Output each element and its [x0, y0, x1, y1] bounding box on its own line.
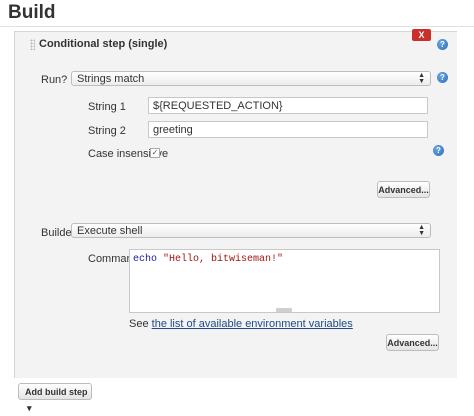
- page-heading: Build: [8, 2, 56, 23]
- delete-step-button[interactable]: X: [412, 29, 431, 41]
- env-vars-link[interactable]: the list of available environment variab…: [152, 318, 353, 330]
- add-build-step-label: Add build step: [25, 387, 88, 397]
- updown-arrows-icon: ▲ ▼: [418, 224, 425, 237]
- resize-handle[interactable]: [276, 308, 292, 312]
- dropdown-arrow-icon: ▾: [27, 403, 32, 413]
- see-prefix: See: [129, 318, 149, 330]
- help-icon[interactable]: ?: [433, 145, 444, 156]
- help-icon[interactable]: ?: [437, 72, 448, 83]
- command-textarea[interactable]: echo "Hello, bitwiseman!": [129, 249, 440, 313]
- run-advanced-button[interactable]: Advanced...: [377, 181, 430, 198]
- string2-field[interactable]: greeting: [148, 121, 428, 138]
- case-insensitive-checkbox[interactable]: ✓: [150, 148, 160, 158]
- env-vars-note: See the list of available environment va…: [129, 318, 353, 330]
- builder-advanced-button[interactable]: Advanced...: [386, 334, 439, 351]
- string1-field[interactable]: ${REQUESTED_ACTION}: [148, 97, 428, 114]
- builder-select[interactable]: Execute shell ▲ ▼: [71, 223, 431, 238]
- run-condition-value: Strings match: [77, 73, 145, 85]
- builder-value: Execute shell: [77, 225, 143, 237]
- add-build-step-button[interactable]: Add build step ▾: [18, 383, 92, 413]
- command-string: "Hello, bitwiseman!": [163, 254, 284, 265]
- run-condition-select[interactable]: Strings match ▲ ▼: [71, 71, 431, 86]
- updown-arrows-icon: ▲ ▼: [418, 72, 425, 85]
- string1-label: String 1: [88, 101, 126, 113]
- drag-handle-icon[interactable]: [30, 39, 35, 50]
- string2-label: String 2: [88, 125, 126, 137]
- checkmark-icon: ✓: [151, 148, 159, 157]
- heading-divider: [0, 26, 474, 27]
- help-icon[interactable]: ?: [437, 39, 448, 50]
- section-title: Conditional step (single): [39, 38, 168, 50]
- run-label: Run?: [41, 74, 68, 86]
- command-keyword: echo: [133, 254, 158, 265]
